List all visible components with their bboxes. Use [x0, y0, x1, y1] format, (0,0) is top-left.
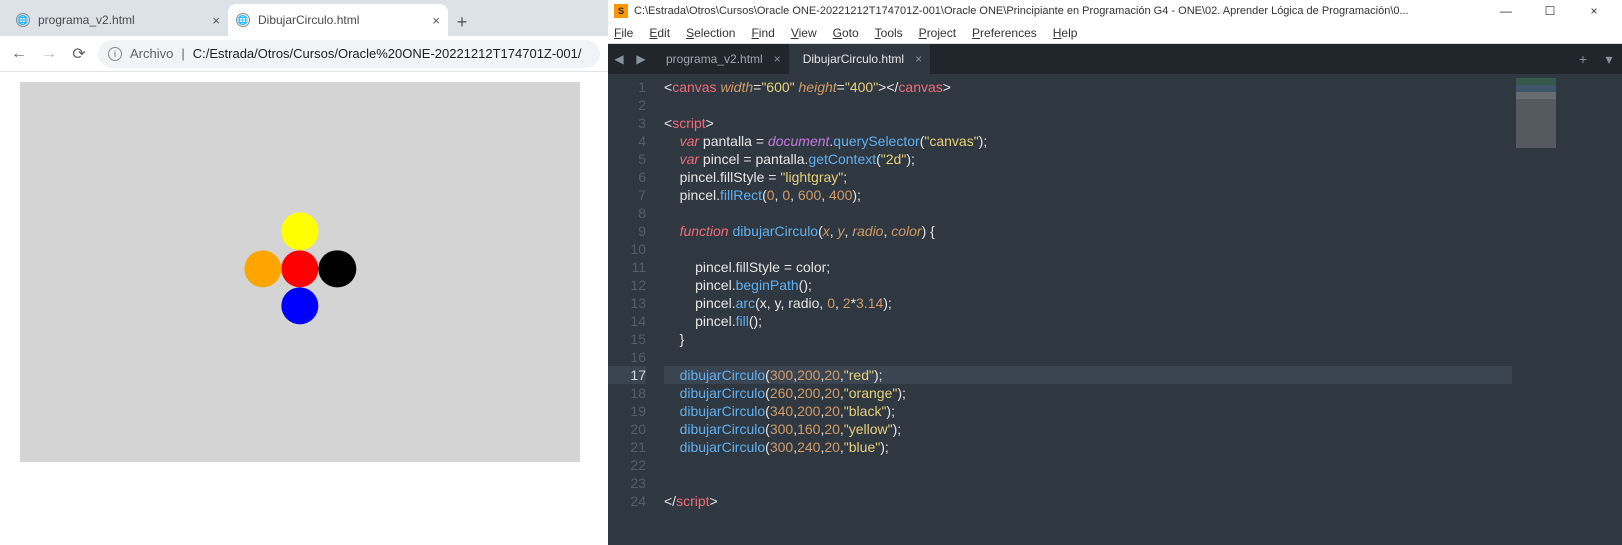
- browser-tab-0[interactable]: 🌐 programa_v2.html ×: [8, 4, 228, 36]
- address-sep: |: [181, 46, 184, 61]
- menu-item-file[interactable]: File: [614, 26, 633, 40]
- sublime-menubar: File Edit Selection Find View Goto Tools Projec…: [608, 22, 1622, 44]
- sublime-tabs: ◀ ▶ programa_v2.html × DibujarCirculo.ht…: [608, 44, 1622, 74]
- menu-item-tools[interactable]: Tools: [875, 26, 903, 40]
- close-icon[interactable]: ×: [915, 52, 922, 66]
- tab-next-button[interactable]: ▶: [630, 44, 652, 74]
- sublime-title: C:\Estrada\Otros\Cursos\Oracle ONE-20221…: [634, 5, 1409, 17]
- browser-tab-title: programa_v2.html: [38, 13, 135, 27]
- minimap[interactable]: [1512, 74, 1622, 545]
- browser-tab-title: DibujarCirculo.html: [258, 13, 359, 27]
- canvas-output: [20, 82, 580, 462]
- browser-tabstrip: 🌐 programa_v2.html × 🌐 DibujarCirculo.ht…: [0, 0, 608, 36]
- close-icon[interactable]: ×: [774, 52, 781, 66]
- sublime-titlebar[interactable]: S C:\Estrada\Otros\Cursos\Oracle ONE-202…: [608, 0, 1622, 22]
- globe-icon: 🌐: [236, 13, 250, 27]
- address-url: C:/Estrada/Otros/Cursos/Oracle%20ONE-202…: [193, 46, 582, 61]
- menu-item-find[interactable]: Find: [751, 26, 774, 40]
- minimize-button[interactable]: —: [1484, 0, 1528, 22]
- editor-tab-title: programa_v2.html: [666, 52, 763, 66]
- sublime-window: S C:\Estrada\Otros\Cursos\Oracle ONE-202…: [608, 0, 1622, 545]
- reload-button[interactable]: ⟳: [68, 43, 90, 65]
- new-editor-tab-button[interactable]: +: [1570, 44, 1596, 74]
- circle-red: [281, 250, 318, 287]
- circle-black: [319, 250, 356, 287]
- code-content[interactable]: <canvas width="600" height="400"></canva…: [654, 74, 1512, 545]
- chrome-window: 🌐 programa_v2.html × 🌐 DibujarCirculo.ht…: [0, 0, 608, 545]
- menu-item-selection[interactable]: Selection: [686, 26, 735, 40]
- menu-item-goto[interactable]: Goto: [833, 26, 859, 40]
- close-icon[interactable]: ×: [432, 13, 440, 28]
- menu-item-edit[interactable]: Edit: [649, 26, 670, 40]
- menu-item-project[interactable]: Project: [919, 26, 956, 40]
- address-prefix: Archivo: [130, 46, 173, 61]
- menu-item-preferences[interactable]: Preferences: [972, 26, 1037, 40]
- circle-yellow: [281, 213, 318, 250]
- tab-dropdown-button[interactable]: ▾: [1596, 44, 1622, 74]
- browser-tab-1[interactable]: 🌐 DibujarCirculo.html ×: [228, 4, 448, 36]
- line-gutter[interactable]: 123456789101112131415161718192021222324: [608, 74, 654, 545]
- menu-item-help[interactable]: Help: [1053, 26, 1078, 40]
- browser-toolbar: ← → ⟳ i Archivo | C:/Estrada/Otros/Curso…: [0, 36, 608, 72]
- browser-viewport: [0, 72, 608, 545]
- editor-area: 123456789101112131415161718192021222324 …: [608, 74, 1622, 545]
- new-tab-button[interactable]: +: [448, 8, 476, 36]
- close-button[interactable]: ×: [1572, 0, 1616, 22]
- sublime-icon: S: [614, 4, 628, 18]
- circle-blue: [281, 287, 318, 324]
- info-icon[interactable]: i: [108, 47, 122, 61]
- editor-tab-title: DibujarCirculo.html: [803, 52, 904, 66]
- menu-item-view[interactable]: View: [791, 26, 817, 40]
- maximize-button[interactable]: ☐: [1528, 0, 1572, 22]
- editor-tab-1[interactable]: DibujarCirculo.html ×: [789, 44, 930, 74]
- globe-icon: 🌐: [16, 13, 30, 27]
- tab-prev-button[interactable]: ◀: [608, 44, 630, 74]
- close-icon[interactable]: ×: [212, 13, 220, 28]
- forward-button[interactable]: →: [38, 43, 60, 65]
- circle-orange: [244, 250, 281, 287]
- address-bar[interactable]: i Archivo | C:/Estrada/Otros/Cursos/Orac…: [98, 40, 600, 68]
- editor-tab-0[interactable]: programa_v2.html ×: [652, 44, 789, 74]
- back-button[interactable]: ←: [8, 43, 30, 65]
